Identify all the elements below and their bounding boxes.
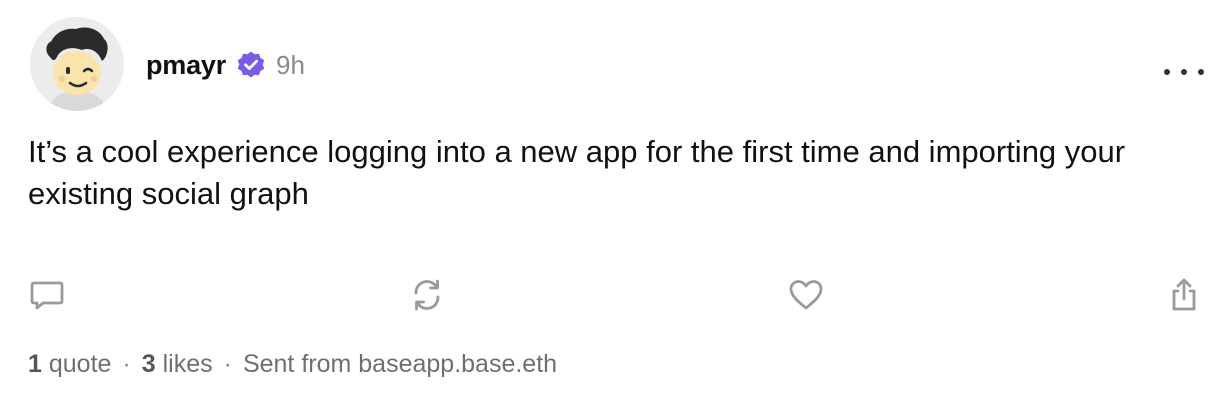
repost-arrows-icon — [414, 279, 440, 311]
stats-separator: · — [223, 350, 232, 378]
likes-stat[interactable]: 3 likes — [142, 350, 213, 379]
share-button[interactable] — [1165, 276, 1203, 314]
heart-icon — [789, 280, 823, 310]
quotes-stat[interactable]: 1 quote — [28, 350, 111, 379]
avatar[interactable] — [30, 17, 124, 111]
quote-label: quote — [48, 350, 112, 378]
verified-badge-icon — [236, 50, 266, 80]
like-button[interactable] — [787, 276, 825, 314]
like-count: 3 — [141, 350, 156, 378]
post-source[interactable]: Sent from baseapp.base.eth — [243, 350, 557, 379]
more-options-button[interactable] — [1164, 58, 1204, 86]
post-text: It’s a cool experience logging into a ne… — [28, 134, 1126, 211]
quote-count: 1 — [28, 350, 42, 378]
post-stats: 1 quote · 3 likes · Sent from baseapp.ba… — [28, 350, 557, 379]
ellipsis-icon — [1164, 69, 1170, 75]
like-label: likes — [162, 350, 213, 378]
avatar-illustration — [30, 17, 124, 111]
speech-bubble-icon — [30, 281, 64, 310]
post-header: pmayr 9h — [146, 44, 305, 86]
reply-button[interactable] — [28, 276, 66, 314]
repost-button[interactable] — [408, 276, 446, 314]
author-username[interactable]: pmayr — [146, 50, 226, 81]
share-upload-icon — [1172, 278, 1196, 311]
post-timestamp[interactable]: 9h — [276, 50, 305, 81]
stats-separator: · — [122, 350, 131, 378]
